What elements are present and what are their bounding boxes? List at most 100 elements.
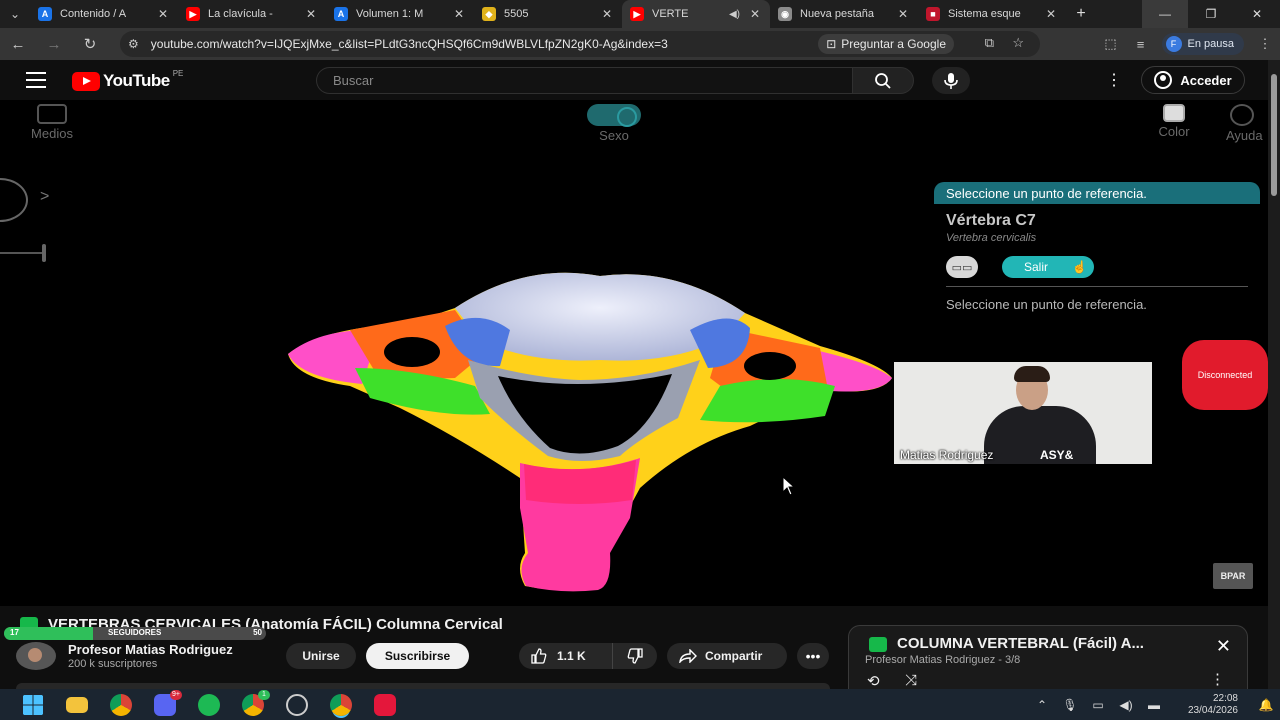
chrome-menu-icon[interactable]: ⋮	[1250, 36, 1280, 52]
close-icon[interactable]: ✕	[1044, 7, 1058, 21]
join-button[interactable]: Unirse	[286, 643, 356, 669]
notification-bell-icon[interactable]: 🔔	[1252, 698, 1280, 712]
extensions-icon[interactable]: ⬚	[1096, 36, 1126, 52]
media-control-icon[interactable]: ≡	[1126, 37, 1156, 52]
close-icon[interactable]: ✕	[600, 7, 614, 21]
tab-1[interactable]: ▶ La clavícula - ✕	[178, 0, 326, 28]
tiktok-icon[interactable]	[374, 694, 396, 716]
like-count: 1.1 K	[557, 649, 586, 663]
tab-title: 5505	[504, 8, 529, 20]
minimize-button[interactable]: —	[1142, 0, 1188, 28]
tab-5[interactable]: ◉ Nueva pestaña ✕	[770, 0, 918, 28]
chrome-profile-icon[interactable]: 1	[242, 690, 270, 716]
channel-name[interactable]: Profesor Matias Rodriguez	[68, 642, 233, 657]
install-icon[interactable]: ⧉	[985, 35, 994, 51]
chevron-up-icon[interactable]: ⌃	[1028, 698, 1056, 712]
dislike-button[interactable]	[613, 648, 657, 664]
shuffle-icon[interactable]: ⤨	[905, 672, 917, 689]
channel-avatar[interactable]	[16, 642, 56, 670]
top-control-sex[interactable]: Sexo	[584, 104, 644, 143]
chrome-active-icon[interactable]	[330, 694, 352, 716]
search-input[interactable]: Buscar	[316, 67, 852, 94]
volume-icon[interactable]: ◀)	[1112, 698, 1140, 712]
playlist-close-icon[interactable]: ✕	[1216, 636, 1231, 657]
close-icon[interactable]: ✕	[896, 7, 910, 21]
signin-button[interactable]: Acceder	[1141, 66, 1245, 94]
tab-favicon-icon: ◆	[482, 7, 496, 21]
top-control-help[interactable]: Ayuda	[1226, 104, 1268, 143]
profile-button[interactable]: F En pausa	[1161, 33, 1244, 55]
steam-icon[interactable]	[286, 694, 308, 716]
tab-favicon-icon: A	[38, 7, 52, 21]
followers-goal: 50	[253, 628, 262, 637]
close-icon[interactable]: ✕	[156, 7, 170, 21]
panel-hint: Seleccione un punto de referencia.	[946, 297, 1147, 312]
subscribe-button[interactable]: Suscribirse	[366, 643, 469, 669]
zoom-slider[interactable]	[0, 244, 46, 262]
tab-4-active[interactable]: ▶ VERTE ◀) ✕	[622, 0, 770, 28]
page-scrollbar[interactable]	[1268, 60, 1280, 690]
tab-3[interactable]: ◆ 5505 ✕	[474, 0, 622, 28]
close-icon[interactable]: ✕	[452, 7, 466, 21]
reference-panel: Seleccione un punto de referencia. Vérte…	[934, 182, 1260, 312]
youtube-logo[interactable]: YouTube PE	[72, 69, 183, 91]
youtube-play-icon	[72, 71, 100, 91]
tab-6[interactable]: ■ Sistema esque ✕	[918, 0, 1066, 28]
menu-icon[interactable]	[26, 72, 46, 88]
playlist-menu-icon[interactable]: ⋮	[1210, 670, 1225, 688]
playlist-title[interactable]: COLUMNA VERTEBRAL (Fácil) A...	[897, 635, 1197, 652]
ask-google-button[interactable]: ⊡ Preguntar a Google	[818, 34, 954, 54]
back-icon[interactable]: ←	[0, 36, 36, 53]
gamepad-overlay-icon: Disconnected	[1182, 340, 1268, 410]
mic-tray-icon[interactable]: 🎙	[1056, 698, 1084, 712]
reload-icon[interactable]: ↻	[72, 35, 108, 53]
forward-icon[interactable]: →	[36, 36, 72, 53]
settings-dots-icon[interactable]: ⋮	[1106, 70, 1122, 90]
url-text[interactable]: youtube.com/watch?v=IJQExjMxe_c&list=PLd…	[151, 37, 668, 51]
windows-start-icon[interactable]	[22, 694, 44, 716]
followers-progress-bar: 17 SEGUIDORES 50	[4, 627, 266, 640]
more-actions-button[interactable]: •••	[797, 643, 829, 669]
speaker-icon[interactable]: ◀)	[729, 9, 740, 20]
playlist-panel: COLUMNA VERTEBRAL (Fácil) A... ✕ Profeso…	[848, 625, 1248, 690]
top-control-color[interactable]: Color	[1144, 104, 1204, 139]
restore-button[interactable]: ❐	[1188, 0, 1234, 28]
omnibox[interactable]: ⚙ youtube.com/watch?v=IJQExjMxe_c&list=P…	[120, 31, 1040, 57]
tab-search-button[interactable]: ⌄	[0, 0, 30, 28]
file-explorer-icon[interactable]	[66, 697, 88, 713]
discord-icon[interactable]: 9+	[154, 690, 182, 716]
loop-icon[interactable]: ⟲	[867, 672, 880, 690]
window-close-button[interactable]: ✕	[1234, 0, 1280, 28]
network-icon[interactable]: ▭	[1084, 698, 1112, 712]
site-info-icon[interactable]: ⚙	[128, 37, 139, 51]
chevron-right-icon[interactable]: >	[40, 188, 49, 206]
panel-actions: ▭▭ Salir ☝	[946, 256, 1260, 278]
top-control-media[interactable]: Medios	[22, 104, 82, 141]
clock[interactable]: 22:08 23/04/2026	[1168, 693, 1238, 717]
toolbar-right: ⬚ ≡ F En pausa ⋮	[1096, 28, 1280, 60]
scrollbar-thumb[interactable]	[1271, 74, 1277, 196]
chrome-icon[interactable]	[110, 694, 132, 716]
battery-icon[interactable]: ▬	[1140, 698, 1168, 712]
new-tab-button[interactable]: +	[1066, 5, 1096, 23]
video-player[interactable]: Medios Sexo Color Ayuda > Seleccione un …	[0, 100, 1268, 606]
sex-toggle-icon	[587, 104, 641, 127]
media-icon	[37, 104, 67, 124]
close-icon[interactable]: ✕	[304, 7, 318, 21]
profile-status: En pausa	[1187, 38, 1234, 50]
search-button[interactable]	[852, 67, 914, 94]
help-icon	[1230, 104, 1254, 126]
share-button[interactable]: Compartir	[667, 643, 787, 669]
voice-search-button[interactable]	[932, 67, 970, 94]
spotify-icon[interactable]	[198, 694, 220, 716]
book-icon[interactable]: ▭▭	[946, 256, 978, 278]
rotate-control-icon[interactable]	[0, 178, 28, 222]
tab-0[interactable]: A Contenido / A ✕	[30, 0, 178, 28]
tab-2[interactable]: A Volumen 1: M ✕	[326, 0, 474, 28]
panel-title: Vértebra C7	[946, 212, 1036, 229]
like-button[interactable]: 1.1 K	[519, 643, 613, 669]
close-icon[interactable]: ✕	[748, 7, 762, 21]
exit-button[interactable]: Salir ☝	[1002, 256, 1094, 278]
youtube-header: YouTube PE Buscar ⋮ Acceder	[0, 60, 1268, 100]
bookmark-star-icon[interactable]: ☆	[1012, 35, 1024, 51]
